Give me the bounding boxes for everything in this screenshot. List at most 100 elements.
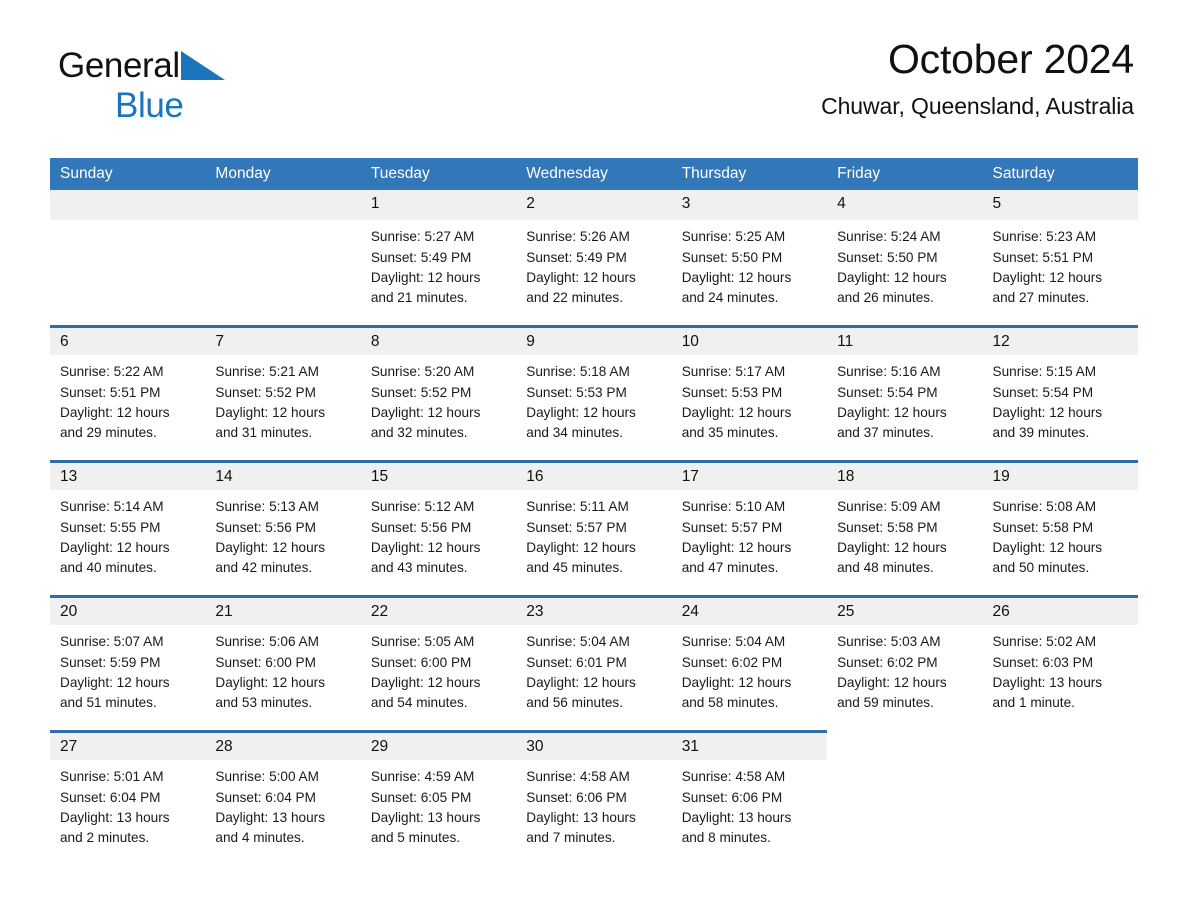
daylight-text: and 58 minutes.: [681, 694, 779, 710]
day-number-strip: 15: [360, 460, 517, 491]
day-details: Sunrise: 5:15 AM Sunset: 5:54 PM Daylight:…: [983, 355, 1138, 443]
calendar-day-cell[interactable]: 24 Sunrise: 5:04 AM Sunset: 6:02 PM Dayligh…: [671, 595, 828, 731]
day-details: Sunrise: 5:14 AM Sunset: 5:55 PM Daylight:…: [50, 490, 205, 578]
daylight-text: and 7 minutes.: [526, 829, 616, 845]
calendar-day-cell[interactable]: 23 Sunrise: 5:04 AM Sunset: 6:01 PM Dayligh…: [516, 595, 672, 731]
day-details: Sunrise: 5:04 AM Sunset: 6:02 PM Daylight:…: [672, 625, 827, 713]
calendar-day-cell[interactable]: 31 Sunrise: 4:58 AM Sunset: 6:06 PM Dayligh…: [671, 730, 828, 866]
sunrise-text: Sunrise: 5:23 AM: [992, 229, 1097, 245]
sunrise-text: Sunrise: 5:12 AM: [370, 499, 475, 515]
calendar-day-cell[interactable]: 6 Sunrise: 5:22 AM Sunset: 5:51 PM Daylight…: [50, 325, 206, 461]
sunrise-text: Sunrise: 5:20 AM: [370, 364, 475, 380]
day-number-strip: 25: [827, 595, 983, 626]
title-block: October 2024 Chuwar, Queensland, Austral…: [821, 36, 1134, 120]
day-details: Sunrise: 5:11 AM Sunset: 5:57 PM Daylight:…: [516, 490, 671, 578]
sunset-text: Sunset: 5:57 PM: [526, 519, 627, 535]
sunset-text: Sunset: 5:56 PM: [215, 519, 316, 535]
calendar-day-cell[interactable]: 25 Sunrise: 5:03 AM Sunset: 6:02 PM Dayligh…: [827, 595, 983, 731]
daylight-text: Daylight: 12 hours: [526, 269, 636, 285]
calendar-day-cell[interactable]: 21 Sunrise: 5:06 AM Sunset: 6:00 PM Dayligh…: [205, 595, 361, 731]
day-details: Sunrise: 5:18 AM Sunset: 5:53 PM Daylight:…: [516, 355, 671, 443]
day-number: 8: [370, 333, 380, 351]
calendar-day-cell[interactable]: 7 Sunrise: 5:21 AM Sunset: 5:52 PM Daylight…: [205, 325, 361, 461]
calendar-day-cell[interactable]: 17 Sunrise: 5:10 AM Sunset: 5:57 PM Dayligh…: [671, 460, 828, 596]
calendar-day-cell[interactable]: 2 Sunrise: 5:26 AM Sunset: 5:49 PM Daylight…: [516, 190, 672, 326]
daylight-text: Daylight: 12 hours: [526, 539, 636, 555]
sunrise-text: Sunrise: 4:59 AM: [370, 769, 475, 785]
sunset-text: Sunset: 5:53 PM: [526, 384, 627, 400]
sunrise-text: Sunrise: 5:01 AM: [60, 769, 164, 785]
daylight-text: and 42 minutes.: [215, 559, 313, 575]
day-number-strip: 23: [516, 595, 672, 626]
calendar-day-cell[interactable]: 22 Sunrise: 5:05 AM Sunset: 6:00 PM Dayligh…: [360, 595, 517, 731]
daylight-text: Daylight: 13 hours: [992, 674, 1103, 690]
daylight-text: and 54 minutes.: [370, 694, 468, 710]
day-number: 1: [370, 195, 380, 213]
day-details: Sunrise: 5:25 AM Sunset: 5:50 PM Daylight:…: [672, 220, 827, 308]
day-number: 6: [60, 333, 69, 351]
daylight-text: Daylight: 12 hours: [370, 539, 481, 555]
page-title: October 2024: [887, 36, 1134, 82]
daylight-text: and 21 minutes.: [370, 289, 468, 305]
calendar-week-row: 27 Sunrise: 5:01 AM Sunset: 6:04 PM Dayligh…: [50, 730, 1138, 866]
calendar-day-cell[interactable]: 28 Sunrise: 5:00 AM Sunset: 6:04 PM Dayligh…: [205, 730, 361, 866]
sunrise-text: Sunrise: 5:04 AM: [526, 634, 630, 650]
calendar-week-row: 1 Sunrise: 5:27 AM Sunset: 5:49 PM Daylight…: [50, 190, 1138, 326]
calendar-day-cell[interactable]: 30 Sunrise: 4:58 AM Sunset: 6:06 PM Dayligh…: [516, 730, 672, 866]
calendar-day-cell[interactable]: 11 Sunrise: 5:16 AM Sunset: 5:54 PM Dayligh…: [827, 325, 983, 461]
calendar-day-cell[interactable]: 29 Sunrise: 4:59 AM Sunset: 6:05 PM Dayligh…: [360, 730, 517, 866]
day-number-strip: 7: [205, 325, 361, 356]
day-number: 27: [60, 738, 78, 756]
daylight-text: and 34 minutes.: [526, 424, 623, 440]
weekday-header-wednesday: Wednesday: [526, 165, 608, 182]
day-number: 21: [215, 603, 233, 621]
day-details: Sunrise: 5:12 AM Sunset: 5:56 PM Daylight:…: [361, 490, 516, 578]
day-details: [983, 760, 1138, 767]
day-number: 10: [681, 333, 699, 351]
day-number: 25: [837, 603, 855, 621]
sunset-text: Sunset: 6:06 PM: [681, 789, 783, 805]
calendar-day-cell[interactable]: 4 Sunrise: 5:24 AM Sunset: 5:50 PM Daylight…: [827, 190, 983, 326]
day-details: Sunrise: 5:21 AM Sunset: 5:52 PM Daylight:…: [205, 355, 360, 443]
day-details: Sunrise: 5:17 AM Sunset: 5:53 PM Daylight:…: [672, 355, 827, 443]
sunrise-text: Sunrise: 5:03 AM: [837, 634, 941, 650]
sunset-text: Sunset: 5:49 PM: [526, 249, 627, 265]
sunrise-text: Sunrise: 4:58 AM: [681, 769, 786, 785]
calendar-day-cell[interactable]: 26 Sunrise: 5:02 AM Sunset: 6:03 PM Dayligh…: [982, 595, 1138, 731]
brand-logo[interactable]: General Blue: [58, 48, 225, 123]
day-details: Sunrise: 5:13 AM Sunset: 5:56 PM Daylight:…: [205, 490, 360, 578]
day-number: 24: [681, 603, 699, 621]
calendar-day-cell[interactable]: 18 Sunrise: 5:09 AM Sunset: 5:58 PM Dayligh…: [827, 460, 983, 596]
calendar-day-cell[interactable]: 15 Sunrise: 5:12 AM Sunset: 5:56 PM Dayligh…: [360, 460, 517, 596]
daylight-text: Daylight: 12 hours: [992, 539, 1103, 555]
calendar-day-cell[interactable]: 27 Sunrise: 5:01 AM Sunset: 6:04 PM Dayligh…: [50, 730, 206, 866]
day-number: 26: [992, 603, 1010, 621]
calendar-day-cell[interactable]: 8 Sunrise: 5:20 AM Sunset: 5:52 PM Daylight…: [360, 325, 517, 461]
sunset-text: Sunset: 6:00 PM: [215, 654, 316, 670]
day-details: Sunrise: 5:26 AM Sunset: 5:49 PM Daylight:…: [516, 220, 671, 308]
day-number-strip: 29: [360, 730, 517, 761]
calendar-day-cell[interactable]: 16 Sunrise: 5:11 AM Sunset: 5:57 PM Dayligh…: [516, 460, 672, 596]
day-number-strip: 27: [50, 730, 206, 761]
calendar-day-cell-empty: [827, 730, 983, 866]
calendar-day-cell[interactable]: 5 Sunrise: 5:23 AM Sunset: 5:51 PM Daylight…: [982, 190, 1138, 326]
sunrise-text: Sunrise: 5:26 AM: [526, 229, 630, 245]
calendar-day-cell[interactable]: 9 Sunrise: 5:18 AM Sunset: 5:53 PM Daylight…: [516, 325, 672, 461]
calendar-day-cell[interactable]: 3 Sunrise: 5:25 AM Sunset: 5:50 PM Daylight…: [671, 190, 828, 326]
day-number-strip: 9: [516, 325, 672, 356]
calendar-day-cell[interactable]: 12 Sunrise: 5:15 AM Sunset: 5:54 PM Dayligh…: [982, 325, 1138, 461]
daylight-text: and 2 minutes.: [60, 829, 150, 845]
daylight-text: and 51 minutes.: [60, 694, 157, 710]
daylight-text: Daylight: 13 hours: [60, 809, 170, 825]
calendar-day-cell[interactable]: 13 Sunrise: 5:14 AM Sunset: 5:55 PM Dayligh…: [50, 460, 206, 596]
daylight-text: Daylight: 12 hours: [681, 674, 792, 690]
brand-name-general-text: General: [58, 46, 180, 85]
day-number-strip: 10: [671, 325, 828, 356]
calendar-day-cell[interactable]: 20 Sunrise: 5:07 AM Sunset: 5:59 PM Dayligh…: [50, 595, 206, 731]
calendar-day-cell[interactable]: 1 Sunrise: 5:27 AM Sunset: 5:49 PM Daylight…: [360, 190, 517, 326]
calendar-day-cell[interactable]: 14 Sunrise: 5:13 AM Sunset: 5:56 PM Dayligh…: [205, 460, 361, 596]
calendar-day-cell[interactable]: 19 Sunrise: 5:08 AM Sunset: 5:58 PM Dayligh…: [982, 460, 1138, 596]
day-details: Sunrise: 5:10 AM Sunset: 5:57 PM Daylight:…: [672, 490, 827, 578]
calendar-week-row: 13 Sunrise: 5:14 AM Sunset: 5:55 PM Dayligh…: [50, 460, 1138, 596]
calendar-day-cell[interactable]: 10 Sunrise: 5:17 AM Sunset: 5:53 PM Dayligh…: [671, 325, 828, 461]
